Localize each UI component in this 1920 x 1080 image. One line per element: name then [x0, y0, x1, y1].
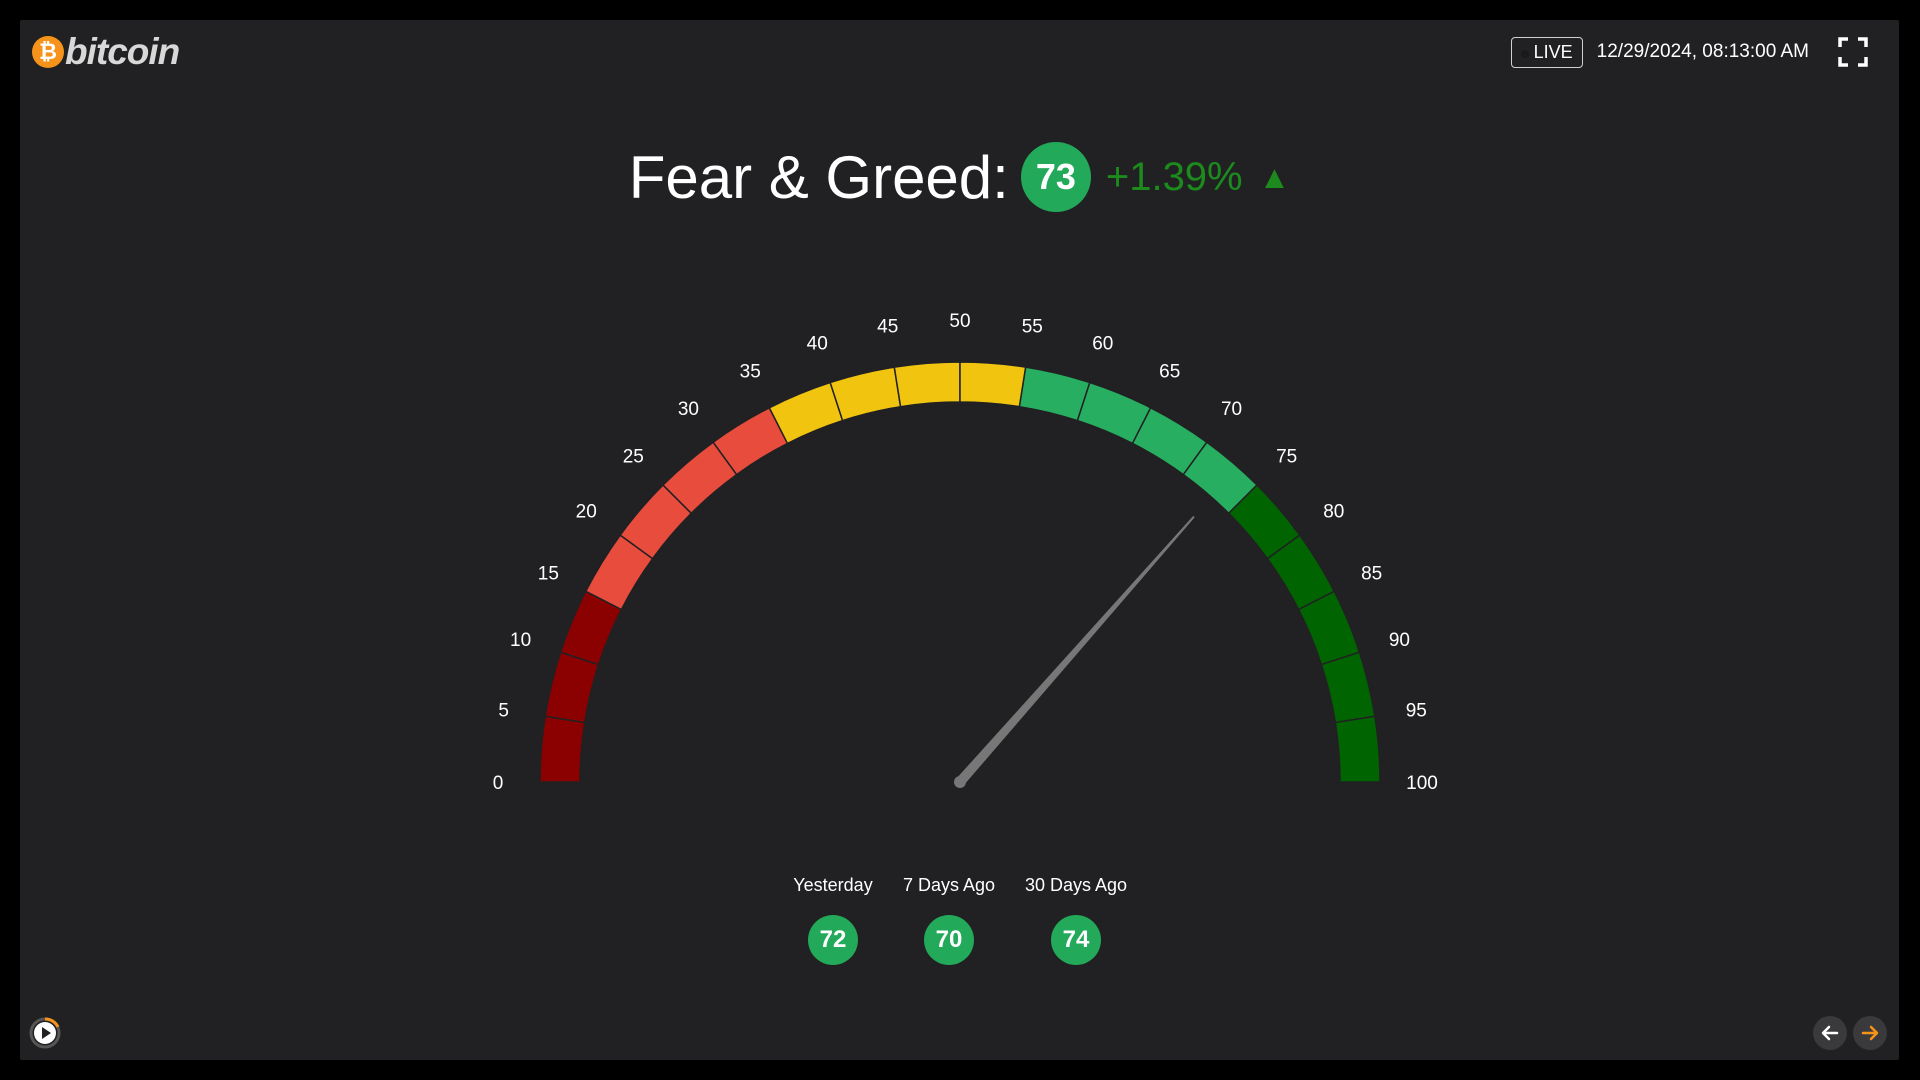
- gauge-tick-label: 95: [1406, 701, 1427, 722]
- arrow-left-icon: [1821, 1025, 1839, 1041]
- gauge-segment: [1320, 651, 1376, 724]
- previous-button[interactable]: [1813, 1016, 1847, 1050]
- gauge-segment: [959, 361, 1027, 408]
- gauge-tick-label: 20: [576, 501, 597, 522]
- gauge-tick-label: 50: [949, 311, 970, 332]
- gauge-tick-label: 55: [1022, 317, 1043, 338]
- gauge-tick-label: 100: [1406, 773, 1438, 794]
- history-section: Yesterday 72 7 Days Ago 70 30 Days Ago 7…: [20, 870, 1899, 990]
- history-value-badge: 70: [924, 915, 974, 965]
- gauge-tick-label: 60: [1092, 334, 1113, 355]
- dashboard-frame: ₿ bitcoin LIVE 12/29/2024, 08:13:00 AM F…: [20, 20, 1899, 1060]
- gauge-segment: [1334, 715, 1381, 783]
- gauge-needle: [954, 516, 1195, 788]
- gauge-tick-label: 85: [1361, 563, 1382, 584]
- gauge-segment: [829, 366, 902, 422]
- gauge-segment: [893, 361, 961, 408]
- next-button[interactable]: [1853, 1016, 1887, 1050]
- gauge-segment: [544, 651, 600, 724]
- gauge-tick-label: 15: [538, 563, 559, 584]
- gauge-tick-label: 10: [510, 630, 531, 651]
- gauge-tick-label: 35: [740, 361, 761, 382]
- gauge-tick-label: 45: [877, 317, 898, 338]
- gauge-tick-label: 5: [498, 701, 509, 722]
- history-value-badge: 72: [808, 915, 858, 965]
- history-7-days-ago: 7 Days Ago 70: [879, 870, 1019, 965]
- gauge-tick-label: 30: [678, 399, 699, 420]
- arrow-right-icon: [1861, 1025, 1879, 1041]
- play-icon: [29, 1017, 61, 1049]
- gauge-needle-pointer: [956, 516, 1195, 786]
- history-label: Yesterday: [793, 875, 873, 895]
- gauge-tick-label: 0: [493, 773, 504, 794]
- gauge-tick-label: 40: [807, 334, 828, 355]
- gauge-segment: [539, 715, 586, 783]
- gauge-segments: [539, 361, 1381, 783]
- history-30-days-ago: 30 Days Ago 74: [1006, 870, 1146, 965]
- play-button[interactable]: [28, 1016, 62, 1050]
- gauge-tick-label: 65: [1159, 361, 1180, 382]
- history-label: 7 Days Ago: [902, 875, 996, 895]
- gauge-needle-hub: [954, 776, 966, 788]
- history-value-badge: 74: [1051, 915, 1101, 965]
- gauge-segment: [1018, 366, 1091, 422]
- gauge-tick-label: 25: [623, 446, 644, 467]
- gauge-tick-label: 70: [1221, 399, 1242, 420]
- gauge-tick-label: 75: [1276, 446, 1297, 467]
- history-label: 30 Days Ago: [1024, 875, 1128, 895]
- gauge-tick-label: 80: [1323, 501, 1344, 522]
- gauge-tick-label: 90: [1389, 630, 1410, 651]
